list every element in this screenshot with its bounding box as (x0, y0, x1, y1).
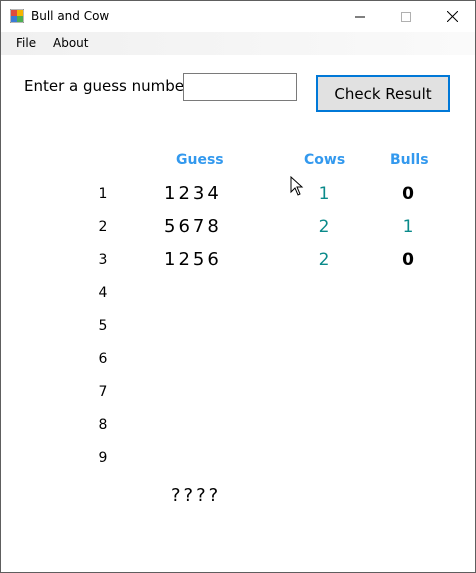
row-number: 4 (98, 285, 108, 301)
mouse-cursor-icon (290, 176, 304, 196)
close-icon (446, 11, 458, 22)
guess-value: 5678 (164, 216, 222, 237)
minimize-button[interactable] (337, 1, 383, 32)
cows-value: 2 (318, 217, 330, 237)
app-window: Bull and Cow File About Enter a guess nu… (0, 0, 476, 573)
bulls-value: 1 (402, 217, 414, 237)
header-cows: Cows (304, 152, 346, 168)
cows-value: 2 (318, 250, 330, 270)
row-number: 9 (98, 450, 108, 466)
guess-value: 1256 (164, 249, 222, 270)
close-button[interactable] (429, 1, 475, 32)
bulls-value: 0 (402, 250, 414, 270)
guess-value: 1234 (164, 183, 222, 204)
row-number: 5 (98, 318, 108, 334)
bulls-value: 0 (402, 184, 414, 204)
maximize-button[interactable] (383, 1, 429, 32)
window-title: Bull and Cow (31, 9, 110, 23)
guess-prompt-label: Enter a guess number: (24, 77, 195, 95)
row-number: 3 (98, 252, 108, 268)
minimize-icon (355, 16, 365, 17)
row-number: 6 (98, 351, 108, 367)
menu-file[interactable]: File (16, 36, 36, 50)
row-number: 2 (98, 219, 108, 235)
menu-about[interactable]: About (53, 36, 88, 50)
menu-bar: File About (1, 32, 475, 55)
header-bulls: Bulls (390, 152, 429, 168)
app-icon (10, 9, 24, 23)
row-number: 1 (98, 186, 108, 202)
secret-number: ???? (171, 485, 222, 506)
title-bar: Bull and Cow (1, 1, 475, 32)
row-number: 7 (98, 384, 108, 400)
row-number: 8 (98, 417, 108, 433)
maximize-icon (401, 11, 411, 22)
header-guess: Guess (176, 152, 224, 168)
check-result-button[interactable]: Check Result (316, 75, 450, 112)
guess-input[interactable] (183, 73, 297, 101)
cows-value: 1 (318, 184, 330, 204)
